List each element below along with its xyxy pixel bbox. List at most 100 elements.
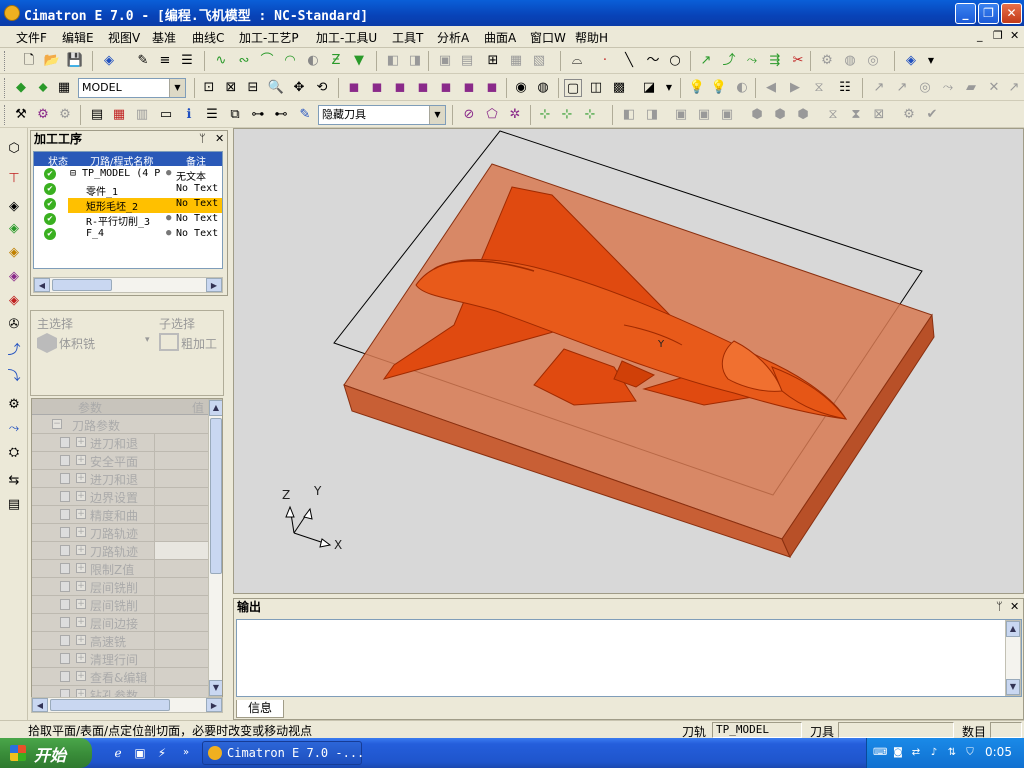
expand-icon[interactable]: + xyxy=(76,473,86,483)
nc-note-icon[interactable]: ▭ xyxy=(157,106,175,124)
measure-1-icon[interactable]: ↗ xyxy=(870,79,888,97)
menu-analysis[interactable]: 分析A xyxy=(437,29,469,46)
measure-2-icon[interactable]: ↗ xyxy=(893,79,911,97)
tool-display-combo[interactable]: 隐藏刀具 ▼ xyxy=(318,105,446,125)
menu-edit[interactable]: 编辑E xyxy=(62,29,94,46)
curve-tool-7-icon[interactable]: ▼ xyxy=(350,52,368,70)
trim-icon[interactable]: ⤴ xyxy=(720,52,738,70)
menu-tools[interactable]: 工具T xyxy=(392,29,423,46)
verify-icon[interactable]: ⚙ xyxy=(5,396,23,414)
scroll-left-icon[interactable]: ◀ xyxy=(34,278,50,292)
axis-1-icon[interactable]: ⊹ xyxy=(536,106,554,124)
nc-setup-icon[interactable]: ⛭ xyxy=(5,444,23,462)
view-front-icon[interactable]: ◼ xyxy=(368,79,386,97)
disabled-nc-5-icon[interactable]: ▣ xyxy=(718,106,736,124)
axis-3-icon[interactable]: ⊹ xyxy=(581,106,599,124)
zoom-icon[interactable]: 🔍 xyxy=(267,79,285,97)
rotate-icon[interactable]: ⟲ xyxy=(313,79,331,97)
grid-select-icon[interactable]: ⊞ xyxy=(484,52,502,70)
view-iso-icon[interactable]: ◼ xyxy=(345,79,363,97)
chevron-down-icon[interactable]: ▼ xyxy=(660,79,678,97)
start-button[interactable]: 开始 xyxy=(0,738,92,768)
pin-icon[interactable]: ᛘ xyxy=(199,132,206,145)
menu-machining-tools[interactable]: 加工-工具U xyxy=(316,29,377,46)
param-value-cell[interactable] xyxy=(154,434,208,451)
disabled-nc-9-icon[interactable]: ⧖ xyxy=(824,106,842,124)
arrow-right-icon[interactable]: ▶ xyxy=(786,79,804,97)
param-row[interactable]: + 清理行间 xyxy=(32,650,208,668)
disabled-tool-7-icon[interactable]: ⚙ xyxy=(818,52,836,70)
zoom-area-icon[interactable]: ⊟ xyxy=(244,79,262,97)
disabled-tool-5-icon[interactable]: ▦ xyxy=(507,52,525,70)
param-row[interactable]: + 层间铣削 xyxy=(32,578,208,596)
view-bottom-icon[interactable]: ◼ xyxy=(460,79,478,97)
main-selection-value[interactable]: 体积铣 xyxy=(59,335,95,352)
parameters-hscroll[interactable]: ◀ ▶ xyxy=(31,697,223,713)
show-desktop-icon[interactable]: ▣ xyxy=(132,745,148,761)
info-icon[interactable]: ℹ xyxy=(180,106,198,124)
sim-3-icon[interactable]: ✲ xyxy=(506,106,524,124)
tree-row-parallel-cut[interactable]: ✔ R-平行切削_3 ● No Text xyxy=(34,212,222,228)
param-row-root[interactable]: − 刀路参数 xyxy=(32,416,208,434)
collapse-icon[interactable]: − xyxy=(52,419,62,429)
expand-icon[interactable]: + xyxy=(76,653,86,663)
layer-icon[interactable]: ◆ xyxy=(12,79,30,97)
output-panel-close-icon[interactable]: ✕ xyxy=(1010,600,1019,613)
scroll-down-icon[interactable]: ▼ xyxy=(209,680,222,696)
mdi-close-button[interactable]: ✕ xyxy=(1010,29,1019,42)
nc-tree-1-icon[interactable]: ⊶ xyxy=(249,106,267,124)
simulate-icon[interactable]: ⤵ xyxy=(5,368,23,386)
menu-help[interactable]: 帮助H xyxy=(575,29,608,46)
tree-row-stock[interactable]: ✔ 矩形毛坯_2 No Text xyxy=(34,197,222,213)
procedure-2-icon[interactable]: ◈ xyxy=(5,220,23,238)
disabled-nc-6-icon[interactable]: ⬢ xyxy=(748,106,766,124)
network-2-icon[interactable]: ⇅ xyxy=(945,746,959,760)
disabled-nc-10-icon[interactable]: ⧗ xyxy=(847,106,865,124)
scroll-right-icon[interactable]: ▶ xyxy=(206,278,222,292)
scroll-right-icon[interactable]: ▶ xyxy=(206,698,222,712)
pan-icon[interactable]: ✥ xyxy=(290,79,308,97)
disabled-nc-4-icon[interactable]: ▣ xyxy=(695,106,713,124)
param-row[interactable]: + 刀路轨迹 xyxy=(32,542,208,560)
nc-table-icon[interactable]: ▥ xyxy=(133,106,151,124)
break-curve-icon[interactable]: ✂ xyxy=(789,52,807,70)
param-value-cell[interactable] xyxy=(154,614,208,631)
shaded-icon[interactable]: ◍ xyxy=(534,79,552,97)
output-text-area[interactable]: ▲ ▼ xyxy=(236,619,1022,697)
menu-machining-process[interactable]: 加工-工艺P xyxy=(239,29,299,46)
view-back-icon[interactable]: ◼ xyxy=(437,79,455,97)
chevron-down-icon[interactable]: ▾ xyxy=(145,335,150,345)
shading-icon[interactable]: ▩ xyxy=(610,79,628,97)
close-button[interactable]: ✕ xyxy=(1001,3,1022,24)
process-panel-close-icon[interactable]: ✕ xyxy=(215,132,224,145)
measure-6-icon[interactable]: ↗ xyxy=(1005,79,1023,97)
param-value-cell[interactable] xyxy=(154,488,208,505)
report-icon[interactable]: ▤ xyxy=(5,496,23,514)
procedure-5-icon[interactable]: ◈ xyxy=(5,292,23,310)
disabled-nc-1-icon[interactable]: ◧ xyxy=(620,106,638,124)
scroll-up-icon[interactable]: ▲ xyxy=(1006,621,1020,637)
toolbar-grip[interactable] xyxy=(4,51,7,71)
camera-icon[interactable]: ◙ xyxy=(891,746,905,760)
circle-icon[interactable]: ○ xyxy=(666,52,684,70)
nc-doc-icon[interactable]: ▤ xyxy=(88,106,106,124)
column-parameter[interactable]: 参数 xyxy=(78,399,102,416)
media-icon[interactable]: ⚡ xyxy=(154,745,170,761)
taskbar-cimatron-button[interactable]: Cimatron E 7.0 -... xyxy=(202,741,364,765)
curve-tool-4-icon[interactable]: ◠ xyxy=(281,52,299,70)
menu-datum[interactable]: 基准 xyxy=(152,29,176,46)
disabled-nc-11-icon[interactable]: ⊠ xyxy=(870,106,888,124)
param-row[interactable]: + 精度和曲 xyxy=(32,506,208,524)
minimize-button[interactable]: _ xyxy=(955,3,976,24)
disabled-tool-2-icon[interactable]: ◨ xyxy=(406,52,424,70)
disabled-nc-2-icon[interactable]: ◨ xyxy=(643,106,661,124)
curve-tool-3-icon[interactable]: ⌒ xyxy=(258,52,276,70)
open-folder-icon[interactable]: 📂 xyxy=(43,52,61,70)
nc-report-icon[interactable]: ▦ xyxy=(110,106,128,124)
rough-milling-icon[interactable] xyxy=(159,333,179,351)
light-on-icon[interactable]: 💡 xyxy=(710,79,728,97)
fillet-icon[interactable]: ↗ xyxy=(697,52,715,70)
render-icon[interactable]: ◉ xyxy=(512,79,530,97)
parameters-vscroll[interactable]: ▲ ▼ xyxy=(208,399,222,697)
model-combo[interactable]: MODEL ▼ xyxy=(78,78,186,98)
